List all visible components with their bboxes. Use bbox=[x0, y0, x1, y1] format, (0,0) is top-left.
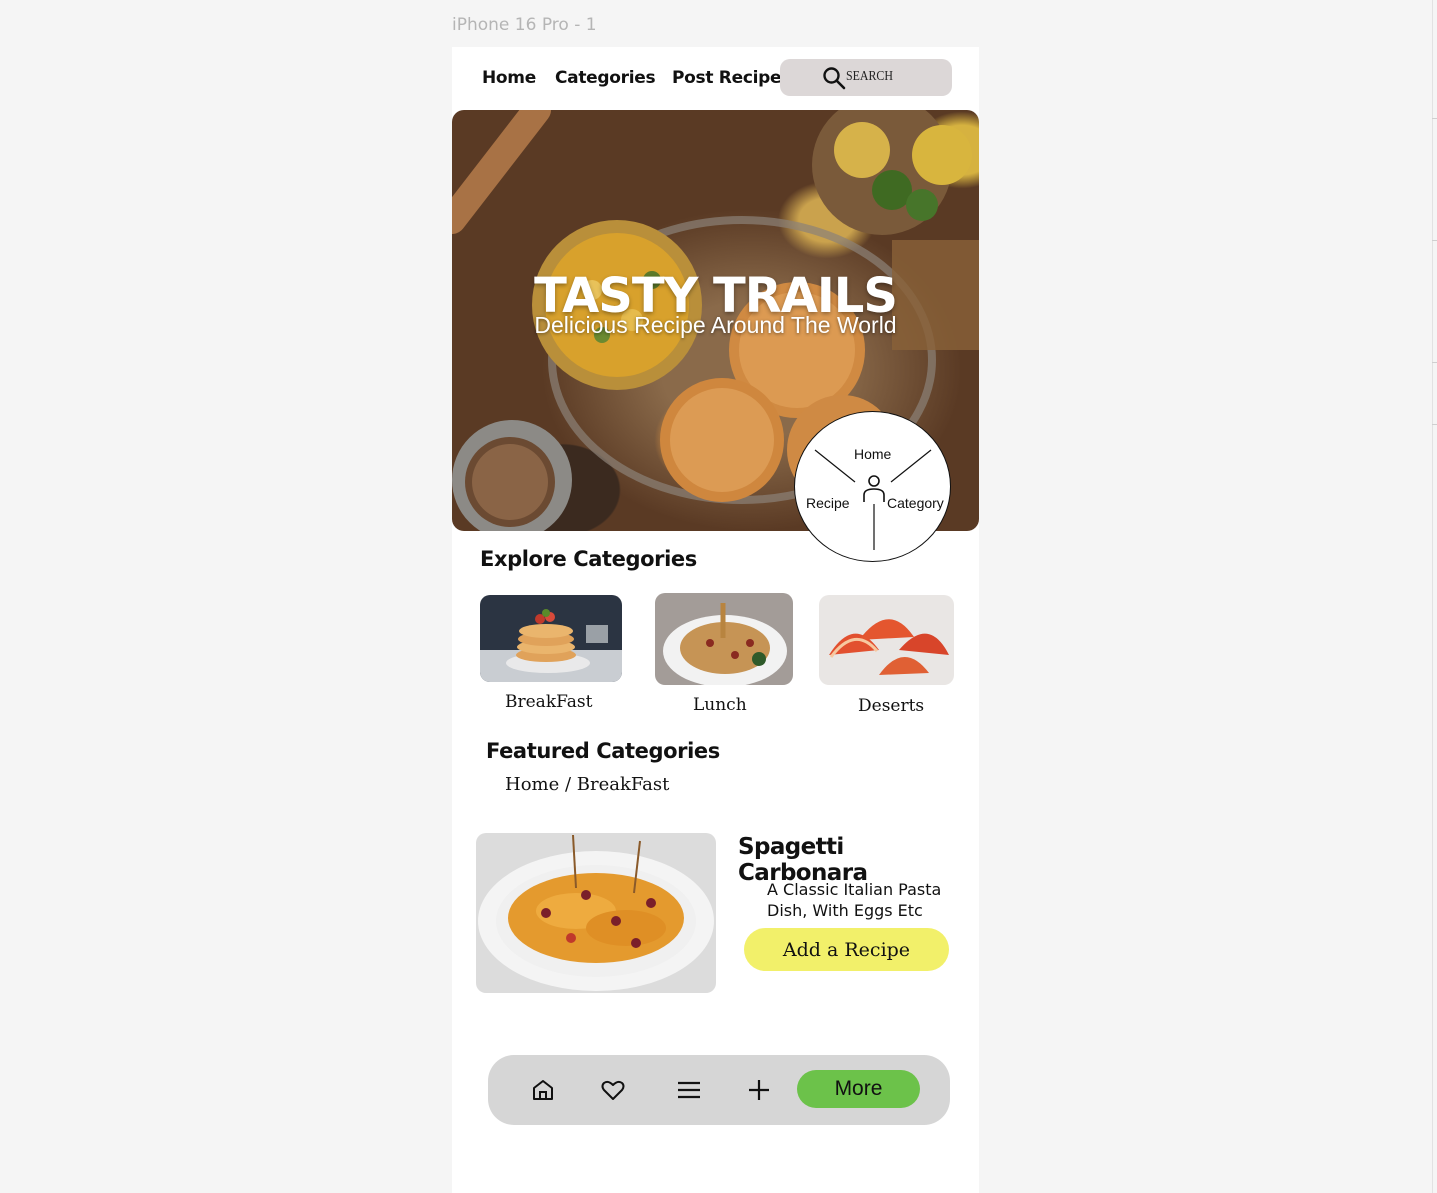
canvas-tick bbox=[1432, 118, 1437, 119]
category-breakfast-label[interactable]: BreakFast bbox=[505, 692, 592, 712]
breadcrumb[interactable]: Home / BreakFast bbox=[505, 774, 669, 795]
spaghetti-image bbox=[655, 593, 793, 685]
category-deserts-image[interactable] bbox=[819, 595, 954, 685]
category-lunch-image[interactable] bbox=[655, 593, 793, 685]
category-lunch-label[interactable]: Lunch bbox=[693, 695, 747, 715]
featured-title: Featured Categories bbox=[486, 739, 720, 763]
nav-categories[interactable]: Categories bbox=[555, 68, 656, 88]
heart-icon[interactable] bbox=[600, 1077, 626, 1103]
radial-category[interactable]: Category bbox=[887, 495, 944, 511]
recipe-image[interactable] bbox=[476, 833, 716, 993]
radial-menu[interactable]: Home Recipe Category bbox=[794, 411, 951, 562]
explore-title: Explore Categories bbox=[480, 547, 697, 571]
canvas-edge bbox=[1432, 0, 1433, 1193]
pasta-image bbox=[476, 833, 716, 993]
hero-subtitle: Delicious Recipe Around The World bbox=[534, 312, 897, 338]
user-icon bbox=[863, 475, 885, 502]
search-label: SEARCH bbox=[846, 69, 893, 84]
orange-slices-image bbox=[819, 595, 954, 685]
category-breakfast-image[interactable] bbox=[480, 595, 622, 682]
pancake-image bbox=[480, 595, 622, 682]
add-recipe-button[interactable]: Add a Recipe bbox=[744, 928, 949, 971]
nav-home[interactable]: Home bbox=[482, 68, 536, 88]
canvas-tick bbox=[1432, 240, 1437, 241]
search-icon bbox=[823, 67, 846, 90]
radial-home[interactable]: Home bbox=[854, 446, 891, 462]
bottom-tab-bar: More bbox=[488, 1055, 950, 1125]
search-bar[interactable]: SEARCH bbox=[780, 59, 952, 96]
frame-label: iPhone 16 Pro - 1 bbox=[452, 15, 597, 35]
category-deserts-label[interactable]: Deserts bbox=[858, 696, 924, 716]
home-icon[interactable] bbox=[530, 1077, 556, 1103]
nav-post-recipe[interactable]: Post Recipe bbox=[672, 68, 782, 88]
menu-icon[interactable] bbox=[676, 1077, 702, 1103]
more-button[interactable]: More bbox=[797, 1070, 920, 1108]
plus-icon[interactable] bbox=[746, 1077, 772, 1103]
radial-recipe[interactable]: Recipe bbox=[806, 495, 850, 511]
phone-screen: Home Categories Post Recipe SEARCH TASTY… bbox=[452, 47, 979, 1193]
canvas-tick bbox=[1432, 362, 1437, 363]
recipe-description: A Classic Italian Pasta Dish, With Eggs … bbox=[767, 880, 942, 920]
canvas-tick bbox=[1432, 424, 1437, 425]
